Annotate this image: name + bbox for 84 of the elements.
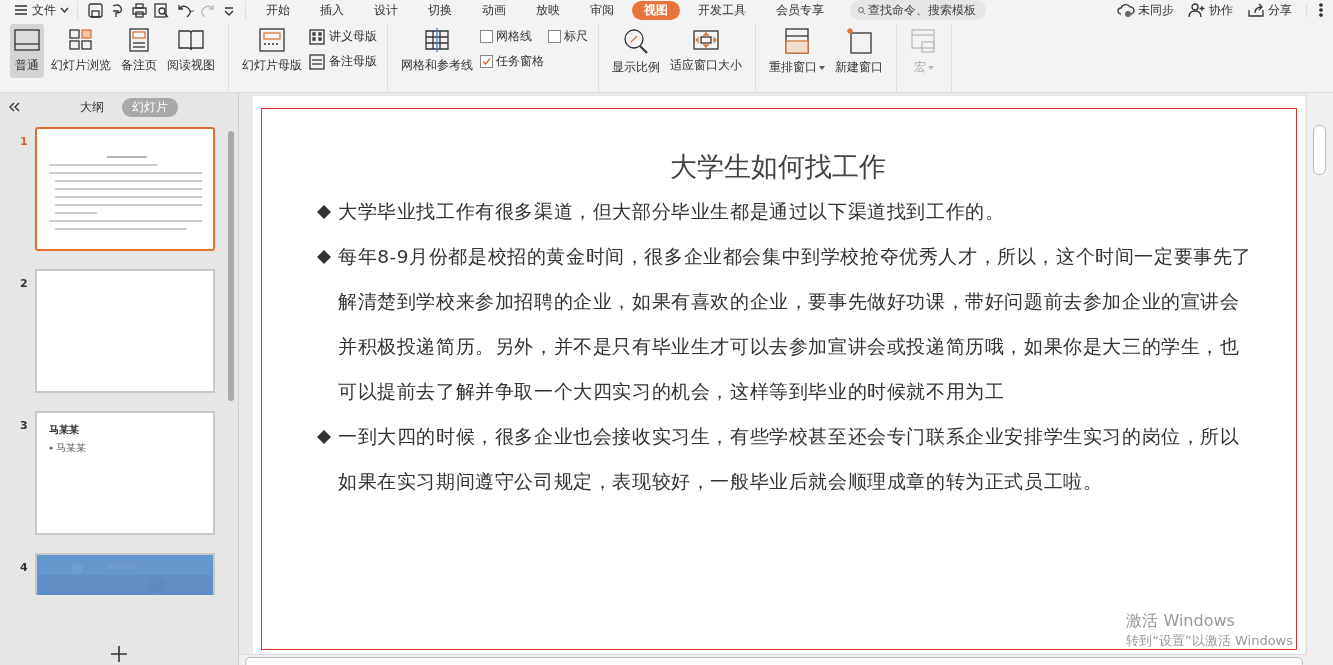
new-window-icon [845, 28, 873, 54]
ribbon-tab[interactable]: 动画 [470, 0, 518, 20]
checkbox[interactable] [548, 30, 561, 43]
ribbon-button[interactable]: 阅读视图 [164, 24, 218, 78]
file-menu[interactable]: 文件 [32, 1, 56, 19]
slide-thumbnail[interactable]: 马某某 马某某 [35, 411, 215, 535]
thumbnail-bullet: 马某某 [56, 441, 86, 455]
cloud-icon [1117, 2, 1135, 18]
activation-hint: 转到“设置”以激活 Windows [1126, 632, 1293, 650]
panel-tab[interactable]: 大纲 [70, 97, 114, 117]
diamond-bullet-icon [316, 204, 332, 220]
magnifier-icon [622, 28, 650, 54]
ribbon-tab[interactable]: 开始 [254, 0, 302, 20]
format-painter-icon [110, 2, 125, 18]
book-icon [177, 28, 205, 52]
grid-icon [423, 28, 451, 52]
add-slide-button[interactable] [110, 645, 128, 663]
ribbon-tab[interactable]: 开发工具 [686, 0, 758, 20]
stacked-windows-icon [783, 28, 811, 54]
vertical-scrollbar[interactable] [1313, 125, 1326, 175]
bullet-text: 一到大四的时候，很多企业也会接收实习生，有些学校甚至还会专门联系企业安排学生实习的岗位，所以如果在实习期间遵守公司规定，表现较好，一般毕业后就会顺理成章的转为正式员工啦。 [338, 425, 1241, 494]
ribbon-button[interactable]: 幻灯片浏览 [48, 24, 114, 78]
top-action-button[interactable]: 协作 [1188, 1, 1233, 19]
horizontal-scrollbar[interactable] [245, 656, 1303, 665]
slide-number: 1 [20, 134, 29, 148]
caret-icon [819, 65, 825, 70]
bullet-dot-icon [49, 446, 53, 450]
thumbnail-title: 马某某 [49, 423, 80, 437]
ribbon-tab[interactable]: 设计 [362, 0, 410, 20]
ribbon-tab[interactable]: 放映 [524, 0, 572, 20]
ribbon-tab[interactable]: 切换 [416, 0, 464, 20]
ribbon-button[interactable]: 备注页 [118, 24, 160, 78]
checkbox-label: 网格线 [496, 28, 532, 45]
ribbon-button[interactable]: 讲义母版 [309, 28, 377, 45]
add-person-icon [1188, 2, 1206, 18]
normal-view-icon [13, 28, 41, 52]
ribbon-button[interactable]: 显示比例 [609, 24, 663, 80]
ribbon-tab[interactable]: 插入 [308, 0, 356, 20]
slide-number: 2 [20, 276, 29, 290]
diamond-bullet-icon [316, 249, 332, 265]
slide-grid-icon [67, 28, 95, 52]
redo-icon [201, 2, 216, 18]
slide-title: 大学生如何找工作 [669, 150, 887, 184]
search-field[interactable]: 查找命令、搜索模板 [850, 0, 986, 20]
ribbon-button[interactable]: 普通 [10, 24, 44, 78]
slide-number: 3 [20, 418, 29, 432]
macro-icon [910, 28, 938, 54]
share-icon [1247, 2, 1265, 18]
ribbon-button[interactable]: 适应窗口大小 [667, 24, 745, 78]
activation-title: 激活 Windows [1126, 611, 1236, 632]
save-icon [88, 2, 103, 18]
slide-thumbnail[interactable] [35, 269, 215, 393]
print-icon [132, 2, 147, 18]
checkbox[interactable] [480, 55, 493, 68]
print-preview-icon [154, 2, 169, 18]
plus-icon [110, 645, 128, 663]
bullet-text: 大学毕业找工作有很多渠道，但大部分毕业生都是通过以下渠道找到工作的。 [338, 200, 1005, 224]
checkbox-label: 任务窗格 [496, 53, 544, 70]
top-action-button[interactable]: 未同步 [1117, 1, 1174, 19]
checkbox-label: 标尺 [564, 28, 588, 45]
ribbon-tab[interactable]: 会员专享 [764, 0, 836, 20]
fit-window-icon [692, 28, 720, 52]
chevron-icon [60, 7, 69, 13]
undo-icon [176, 2, 194, 18]
slide-number: 4 [20, 560, 29, 574]
menu-icon [14, 4, 28, 16]
more-icon [1319, 3, 1323, 17]
collapse-icon [8, 102, 20, 112]
ribbon-button[interactable]: 幻灯片母版 [239, 24, 305, 78]
top-action-button[interactable]: 分享 [1247, 1, 1292, 19]
checkbox[interactable] [480, 30, 493, 43]
ribbon-button[interactable]: 新建窗口 [832, 24, 886, 80]
ribbon-button[interactable]: 网格和参考线 [398, 24, 476, 78]
slide-master-icon [258, 28, 286, 52]
notes-master-icon [309, 53, 325, 70]
handout-master-icon [309, 28, 325, 45]
diamond-bullet-icon [316, 429, 332, 445]
bullet-text: 每年8-9月份都是校招的黄金时间，很多企业都会集中到学校抢夺优秀人才，所以，这个时间一定要事先了解清楚到学校来参加招聘的企业，如果有喜欢的企业，要事先做好功课，带好问题前去参加企业的宣讲会并积极投递简历。另外，并不是只有毕业生才可以去参加宣讲会或投递简历哦，如果你是大三的学生，也可以提前去了解并争取一个大四实习的机会，这样等到毕业的时候就不用为工 [338, 245, 1252, 404]
ribbon-tab[interactable]: 审阅 [578, 0, 626, 20]
caret-icon [928, 65, 934, 70]
ribbon-button[interactable]: 重排窗口 [766, 24, 828, 80]
ribbon-button[interactable]: 备注母版 [309, 53, 377, 70]
scrollbar[interactable] [228, 131, 234, 401]
check-icon [482, 57, 491, 66]
